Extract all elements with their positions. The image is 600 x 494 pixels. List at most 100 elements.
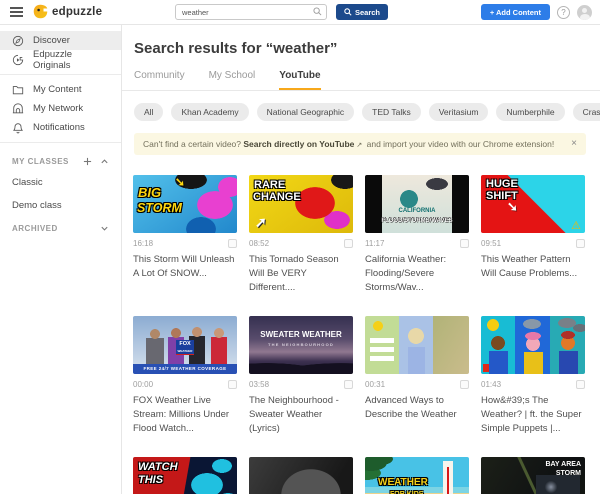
video-card[interactable]: 01:43 How&#39;s The Weather? | ft. the Su… (481, 316, 585, 436)
video-thumbnail[interactable]: WEATHERFOR KIDS (365, 457, 469, 494)
video-title[interactable]: Advanced Ways to Describe the Weather (365, 394, 469, 422)
video-select-checkbox[interactable] (460, 239, 469, 248)
video-select-checkbox[interactable] (344, 380, 353, 389)
network-icon (12, 103, 24, 115)
thumbnail-overlay-text: SWEATER WEATHER (249, 331, 353, 339)
filter-national-geographic[interactable]: National Geographic (257, 103, 355, 121)
thumbnail-overlay-text: SHIFT (486, 191, 518, 202)
video-duration: 00:31 (365, 380, 385, 389)
filter-veritasium[interactable]: Veritasium (429, 103, 489, 121)
video-title[interactable]: This Tornado Season Will Be VERY Differe… (249, 253, 353, 295)
tab-community[interactable]: Community (134, 70, 185, 90)
edpuzzle-logo[interactable]: edpuzzle (33, 4, 102, 19)
expand-archived-icon[interactable] (100, 224, 109, 233)
sidebar-item-my-content[interactable]: My Content (0, 80, 121, 99)
sidebar-archived-section[interactable]: ARCHIVED (0, 217, 121, 240)
video-select-checkbox[interactable] (576, 239, 585, 248)
video-card[interactable]: FOXWEATHERFREE 24/7 WEATHER COVERAGE00:0… (133, 316, 237, 436)
video-title[interactable]: This Storm Will Unleash A Lot Of SNOW... (133, 253, 237, 281)
external-link-icon: ↗ (356, 142, 362, 149)
sidebar-class-demo-class[interactable]: Demo class (0, 194, 121, 217)
tab-youtube[interactable]: YouTube (279, 70, 320, 90)
user-avatar[interactable] (577, 5, 592, 20)
video-title[interactable]: This Weather Pattern Will Cause Problems… (481, 253, 585, 281)
thumbnail-overlay-text: FLOOD/STORMS/WAVES (365, 218, 469, 224)
video-card[interactable]: BAY AREASTORMNBCBAY AREA04:40Bay Area we… (481, 457, 585, 494)
search-button-icon (344, 8, 352, 16)
video-thumbnail[interactable] (365, 316, 469, 374)
banner-close-icon[interactable]: × (571, 139, 577, 149)
sidebar: Discover Edpuzzle Originals My Content M… (0, 25, 122, 494)
filter-khan-academy[interactable]: Khan Academy (171, 103, 248, 121)
sidebar-class-classic[interactable]: Classic (0, 171, 121, 194)
banner-link[interactable]: Search directly on YouTube (243, 139, 354, 149)
logo-wordmark: edpuzzle (52, 6, 102, 18)
video-thumbnail[interactable]: HUGESHIFT (481, 175, 585, 233)
video-duration: 01:43 (481, 380, 501, 389)
hamburger-menu-icon[interactable] (10, 7, 23, 18)
filter-ted-talks[interactable]: TED Talks (362, 103, 421, 121)
video-duration: 11:17 (365, 239, 384, 248)
thumbnail-banner-text: FREE 24/7 WEATHER COVERAGE (133, 364, 237, 374)
folder-icon (12, 84, 24, 96)
video-select-checkbox[interactable] (344, 239, 353, 248)
video-thumbnail[interactable] (481, 316, 585, 374)
sidebar-item-discover[interactable]: Discover (0, 31, 121, 50)
video-thumbnail[interactable]: BIGSTORM (133, 175, 237, 233)
help-icon[interactable]: ? (557, 6, 570, 19)
video-title[interactable]: California Weather: Flooding/Severe Stor… (365, 253, 469, 295)
video-title[interactable]: FOX Weather Live Stream: Millions Under … (133, 394, 237, 436)
thumbnail-overlay-text: FOX (176, 340, 194, 349)
page-title: Search results for “weather” (134, 40, 600, 57)
video-meta-row: 11:17 (365, 238, 469, 248)
thumbnail-overlay-text: CHANGE (253, 192, 301, 203)
video-card[interactable]: BIGSTORM16:18This Storm Will Unleash A L… (133, 175, 237, 295)
video-card[interactable]: 00:31 Advanced Ways to Describe the Weath… (365, 316, 469, 436)
search-input[interactable] (175, 4, 327, 20)
sidebar-item-label: My Content (33, 84, 82, 95)
video-meta-row: 00:31 (365, 379, 469, 389)
video-card[interactable]: SWEATER WEATHERTHE NEIGHBOURHOOD03:58The… (249, 316, 353, 436)
collapse-classes-icon[interactable] (100, 157, 109, 166)
tab-my-school[interactable]: My School (209, 70, 256, 90)
filter-numberphile[interactable]: Numberphile (496, 103, 564, 121)
thumbnail-overlay-text: BAY AREA (545, 461, 581, 468)
search-button[interactable]: Search (336, 4, 388, 20)
video-select-checkbox[interactable] (228, 380, 237, 389)
banner-text: Can't find a certain video? Search direc… (143, 139, 554, 149)
video-thumbnail[interactable]: FOXWEATHERFREE 24/7 WEATHER COVERAGE (133, 316, 237, 374)
video-card[interactable]: WATCHTHIS08:06This Storm Is Changing Our (133, 457, 237, 494)
search-input-icon (313, 7, 322, 16)
video-thumbnail[interactable]: vevo (249, 457, 353, 494)
sidebar-item-label: My Network (33, 103, 83, 114)
video-thumbnail[interactable]: SWEATER WEATHERTHE NEIGHBOURHOOD (249, 316, 353, 374)
video-title[interactable]: How&#39;s The Weather? | ft. the Super S… (481, 394, 585, 436)
video-card[interactable]: WEATHERFOR KIDS08:05Weather for Kids | W… (365, 457, 469, 494)
video-duration: 09:51 (481, 239, 501, 248)
channel-filters: All Khan Academy National Geographic TED… (134, 103, 588, 121)
search-button-label: Search (355, 8, 380, 17)
video-select-checkbox[interactable] (576, 380, 585, 389)
video-meta-row: 08:52 (249, 238, 353, 248)
video-thumbnail[interactable]: WATCHTHIS (133, 457, 237, 494)
video-card[interactable]: CALIFORNIAFLOOD/STORMS/WAVES 11:17 Califor… (365, 175, 469, 295)
video-card[interactable]: RARECHANGE 08:52 This Tornado Season Will … (249, 175, 353, 295)
video-thumbnail[interactable]: RARECHANGE (249, 175, 353, 233)
video-card[interactable]: vevo04:13The Neighbourhood - Sweater (249, 457, 353, 494)
sidebar-item-edpuzzle-originals[interactable]: Edpuzzle Originals (0, 50, 121, 69)
add-class-icon[interactable] (83, 157, 92, 166)
filter-crash-course[interactable]: Crash Course (573, 103, 600, 121)
video-grid: BIGSTORM16:18This Storm Will Unleash A L… (133, 175, 588, 494)
filter-all[interactable]: All (134, 103, 163, 121)
video-title[interactable]: The Neighbourhood - Sweater Weather (Lyr… (249, 394, 353, 436)
sidebar-item-my-network[interactable]: My Network (0, 99, 121, 118)
video-select-checkbox[interactable] (228, 239, 237, 248)
add-content-button[interactable]: + Add Content (481, 4, 550, 20)
video-thumbnail[interactable]: BAY AREASTORMNBCBAY AREA (481, 457, 585, 494)
compass-icon (12, 35, 24, 47)
video-select-checkbox[interactable] (460, 380, 469, 389)
top-header: edpuzzle Search + Add Content ? (0, 0, 600, 25)
sidebar-item-notifications[interactable]: Notifications (0, 118, 121, 137)
video-card[interactable]: HUGESHIFT 09:51 This Weather Pattern Will … (481, 175, 585, 295)
video-thumbnail[interactable]: CALIFORNIAFLOOD/STORMS/WAVES (365, 175, 469, 233)
